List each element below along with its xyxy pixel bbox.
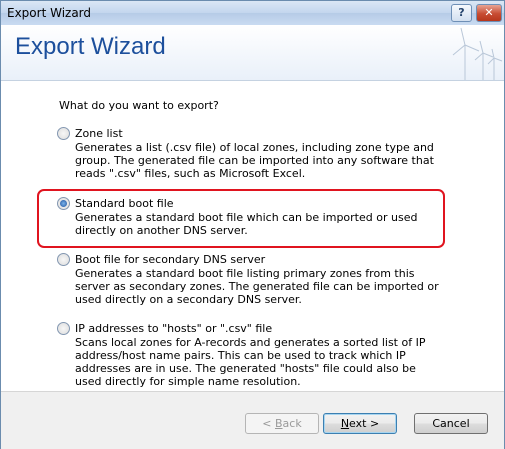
secondary-boot-file-description: Generates a standard boot file listing p… xyxy=(75,267,439,306)
back-mnemonic: B xyxy=(275,417,283,430)
standard-boot-file-description: Generates a standard boot file which can… xyxy=(75,211,418,237)
ip-addresses-label[interactable]: IP addresses to "hosts" or ".csv" file xyxy=(75,322,272,335)
close-icon: ✕ xyxy=(484,6,494,19)
window-title: Export Wizard xyxy=(7,6,92,20)
ip-addresses-radio[interactable] xyxy=(57,322,70,335)
wind-turbines-icon xyxy=(452,27,503,80)
standard-boot-file-label[interactable]: Standard boot file xyxy=(75,197,174,210)
zone-list-radio[interactable] xyxy=(57,127,70,140)
secondary-boot-file-label[interactable]: Boot file for secondary DNS server xyxy=(75,253,265,266)
radio-selected-dot xyxy=(60,200,67,207)
back-button[interactable]: < Back xyxy=(245,413,319,434)
zone-list-label[interactable]: Zone list xyxy=(75,127,123,140)
wizard-header: Export Wizard xyxy=(1,25,504,81)
help-icon: ? xyxy=(458,6,465,19)
secondary-boot-file-radio[interactable] xyxy=(57,253,70,266)
export-question: What do you want to export? xyxy=(59,99,219,112)
help-button[interactable]: ? xyxy=(451,4,472,22)
close-button[interactable]: ✕ xyxy=(476,4,502,22)
wizard-content: What do you want to export? Zone list Ge… xyxy=(1,81,504,391)
export-wizard-window: Export Wizard ? ✕ Export Wizard What do … xyxy=(0,0,505,449)
title-bar[interactable]: Export Wizard ? ✕ xyxy=(1,1,504,25)
standard-boot-file-radio[interactable] xyxy=(57,197,70,210)
wizard-footer: < Back Next > Cancel xyxy=(1,391,504,449)
ip-addresses-description: Scans local zones for A-records and gene… xyxy=(75,336,426,388)
page-title: Export Wizard xyxy=(15,33,166,60)
next-button[interactable]: Next > xyxy=(323,413,397,434)
next-mnemonic: N xyxy=(340,417,350,430)
cancel-button[interactable]: Cancel xyxy=(414,413,488,434)
zone-list-description: Generates a list (.csv file) of local zo… xyxy=(75,141,434,180)
